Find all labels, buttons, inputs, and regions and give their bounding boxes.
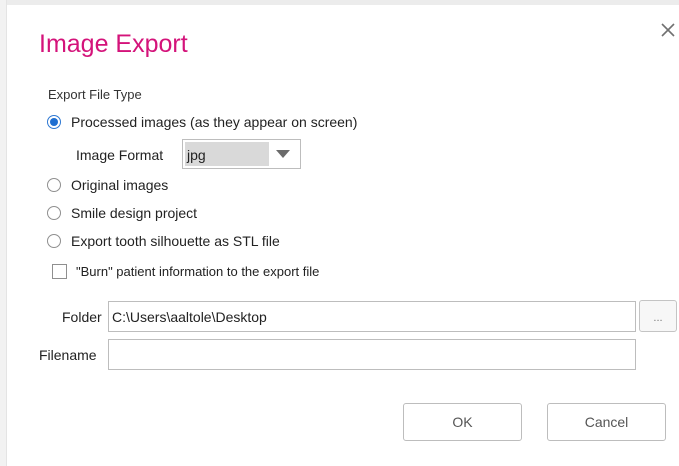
option-export-stl-label: Export tooth silhouette as STL file	[71, 233, 280, 249]
folder-label: Folder	[62, 309, 102, 325]
option-original-images-label: Original images	[71, 177, 169, 193]
option-export-stl[interactable]: Export tooth silhouette as STL file	[47, 231, 280, 251]
image-export-dialog: Image Export Export File Type Processed …	[0, 0, 679, 466]
browse-folder-button[interactable]: ...	[639, 300, 677, 332]
image-format-label: Image Format	[76, 147, 164, 163]
export-file-type-label: Export File Type	[48, 87, 142, 102]
folder-input[interactable]	[108, 301, 636, 332]
option-original-images[interactable]: Original images	[47, 175, 168, 195]
radio-processed-images[interactable]	[47, 115, 61, 129]
option-smile-design-project-label: Smile design project	[71, 205, 198, 221]
filename-label: Filename	[39, 347, 97, 363]
filename-input[interactable]	[108, 339, 636, 370]
image-format-select[interactable]: jpg	[182, 139, 301, 169]
radio-original-images[interactable]	[47, 178, 61, 192]
close-icon[interactable]	[661, 23, 675, 37]
dialog-left-edge	[0, 0, 7, 466]
chevron-down-icon[interactable]	[276, 150, 290, 158]
burn-patient-info-label: "Burn" patient information to the export…	[76, 263, 320, 279]
cancel-button[interactable]: Cancel	[547, 403, 666, 441]
radio-export-stl[interactable]	[47, 234, 61, 248]
image-format-value: jpg	[185, 142, 269, 166]
dialog-title: Image Export	[39, 30, 188, 58]
option-processed-images[interactable]: Processed images (as they appear on scre…	[47, 112, 357, 132]
dialog-top-edge	[0, 0, 679, 5]
burn-patient-info-option[interactable]: "Burn" patient information to the export…	[52, 261, 319, 281]
option-processed-images-label: Processed images (as they appear on scre…	[71, 114, 358, 130]
radio-smile-design-project[interactable]	[47, 206, 61, 220]
ok-button[interactable]: OK	[403, 403, 522, 441]
option-smile-design-project[interactable]: Smile design project	[47, 203, 197, 223]
burn-patient-info-checkbox[interactable]	[52, 263, 67, 279]
